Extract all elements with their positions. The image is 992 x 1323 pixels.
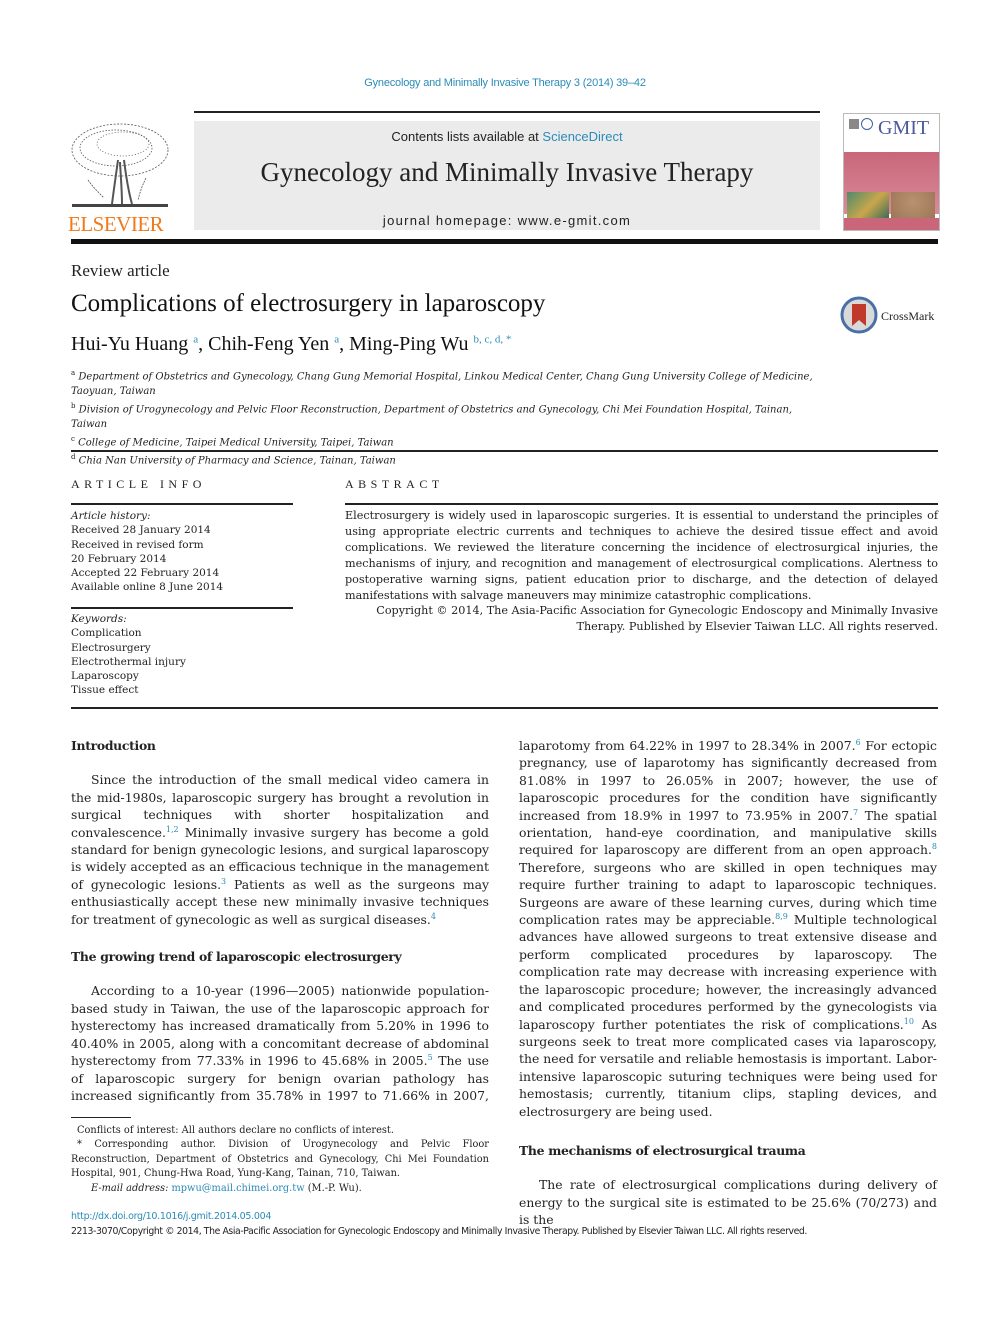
section-heading-growing-trend: The growing trend of laparoscopic electr… <box>71 949 402 965</box>
section-heading-introduction: Introduction <box>71 738 156 753</box>
footnotes: Conflicts of interest: All authors decla… <box>71 1124 489 1196</box>
sciencedirect-link[interactable]: ScienceDirect <box>542 129 622 144</box>
contents-prefix: Contents lists available at <box>391 129 543 144</box>
journal-cover-thumbnail[interactable]: GMIT <box>843 113 940 231</box>
body-column-left: Introduction Since the introduction of t… <box>71 737 489 1104</box>
paragraph: The rate of electrosurgical complication… <box>519 1177 937 1228</box>
cover-seal-icon <box>861 118 873 130</box>
citation-link[interactable]: 8 <box>932 842 937 851</box>
footnote-rule <box>71 1117 131 1118</box>
section-heading-mechanisms: The mechanisms of electrosurgical trauma <box>519 1142 806 1158</box>
corresponding-author-note: * Corresponding author. Division of Urog… <box>71 1139 489 1180</box>
journal-banner: Contents lists available at ScienceDirec… <box>194 121 820 230</box>
doi-link[interactable]: http://dx.doi.org/10.1016/j.gmit.2014.05… <box>71 1211 271 1222</box>
affiliation-key: d <box>71 453 76 462</box>
affiliation-text: Chia Nan University of Pharmacy and Scie… <box>78 455 396 467</box>
email-note: E-mail address: mpwu@mail.chimei.org.tw … <box>71 1182 489 1196</box>
abstract-body: Electrosurgery is widely used in laparos… <box>345 508 938 635</box>
author-list: Hui-Yu Huang a, Chih-Feng Yen a, Ming-Pi… <box>71 333 512 355</box>
citation-link[interactable]: 8,9 <box>775 912 788 921</box>
email-link[interactable]: mpwu@mail.chimei.org.tw <box>172 1183 305 1194</box>
article-title: Complications of electrosurgery in lapar… <box>71 290 546 317</box>
author-affiliation-ref[interactable]: a <box>193 333 198 345</box>
conflicts-note: Conflicts of interest: All authors decla… <box>77 1125 394 1136</box>
abstract-copyright: Copyright © 2014, The Asia-Pacific Assoc… <box>376 604 938 634</box>
issn-copyright: 2213-3070/Copyright © 2014, The Asia-Pac… <box>71 1226 807 1237</box>
author-name[interactable]: Hui-Yu Huang <box>71 333 188 355</box>
history-item: 20 February 2014 <box>71 552 167 565</box>
cover-emblem-icon <box>849 119 859 129</box>
author-affiliation-ref[interactable]: b, c, d, * <box>474 333 512 345</box>
affiliation-key: b <box>71 401 76 410</box>
journal-homepage-link[interactable]: journal homepage: www.e-gmit.com <box>194 213 820 228</box>
article-info-rule <box>71 503 293 505</box>
history-label: Article history: <box>71 510 151 522</box>
keywords-rule <box>71 607 293 609</box>
affiliation-item: d Chia Nan University of Pharmacy and Sc… <box>71 450 831 469</box>
abstract-text: Electrosurgery is widely used in laparos… <box>345 509 938 602</box>
info-top-rule <box>71 450 938 452</box>
citation-link[interactable]: 10 <box>904 1016 914 1025</box>
affiliation-text: College of Medicine, Taipei Medical Univ… <box>78 437 394 449</box>
paragraph: According to a 10-year (1996—2005) natio… <box>71 982 489 1104</box>
header-top-rule <box>194 111 820 113</box>
citation-link[interactable]: 4 <box>431 912 436 921</box>
affiliation-list: a Department of Obstetrics and Gynecolog… <box>71 366 831 469</box>
keyword-item: Electrothermal injury <box>71 655 186 668</box>
paragraph-text: Multiple technological advances have all… <box>519 912 937 1032</box>
article-type: Review article <box>71 261 170 280</box>
crossmark-label: CrossMark <box>881 309 935 323</box>
keyword-item: Complication <box>71 627 142 640</box>
history-item: Accepted 22 February 2014 <box>71 567 220 580</box>
paragraph: laparotomy from 64.22% in 1997 to 28.34%… <box>519 737 937 1120</box>
history-item: Received 28 January 2014 <box>71 524 211 537</box>
abstract-heading: ABSTRACT <box>345 477 444 491</box>
cover-photo-surgery <box>847 192 889 218</box>
citation-link[interactable]: 1,2 <box>166 825 179 834</box>
info-bottom-rule <box>71 707 938 709</box>
email-label: E-mail address: <box>91 1182 172 1194</box>
keyword-item: Electrosurgery <box>71 641 151 654</box>
paragraph-text: According to a 10-year (1996—2005) natio… <box>71 983 489 1069</box>
history-item: Received in revised form <box>71 538 204 551</box>
abstract-rule <box>345 503 938 505</box>
affiliation-key: c <box>71 434 75 443</box>
paragraph: Since the introduction of the small medi… <box>71 771 489 928</box>
citation-link[interactable]: 5 <box>428 1053 433 1062</box>
crossmark-badge[interactable]: CrossMark <box>840 296 940 336</box>
keywords-label: Keywords: <box>71 613 127 625</box>
affiliation-text: Department of Obstetrics and Gynecology,… <box>71 371 813 397</box>
cover-title: GMIT <box>878 117 930 139</box>
author-name[interactable]: Ming-Ping Wu <box>349 333 468 355</box>
affiliation-key: a <box>71 369 76 377</box>
header-bottom-rule <box>71 239 938 244</box>
journal-title: Gynecology and Minimally Invasive Therap… <box>260 157 754 187</box>
author-name[interactable]: Chih-Feng Yen <box>208 333 329 355</box>
affiliation-item: b Division of Urogynecology and Pelvic F… <box>71 399 831 432</box>
journal-citation-link[interactable]: Gynecology and Minimally Invasive Therap… <box>0 77 992 89</box>
author-affiliation-ref[interactable]: a <box>334 333 339 345</box>
affiliation-item: c College of Medicine, Taipei Medical Un… <box>71 432 831 451</box>
affiliation-text: Division of Urogynecology and Pelvic Flo… <box>71 404 793 430</box>
keyword-item: Laparoscopy <box>71 670 139 683</box>
contents-available: Contents lists available at ScienceDirec… <box>194 129 820 144</box>
paragraph-text: laparotomy from 64.22% in 1997 to 28.34%… <box>519 738 856 753</box>
keywords-list: Keywords: Complication Electrosurgery El… <box>71 612 293 698</box>
elsevier-wordmark[interactable]: ELSEVIER <box>68 212 172 237</box>
article-history: Article history: Received 28 January 201… <box>71 509 293 595</box>
article-info-heading: ARTICLE INFO <box>71 477 206 491</box>
email-suffix: (M.-P. Wu). <box>304 1182 362 1194</box>
history-item: Available online 8 June 2014 <box>71 581 224 594</box>
cover-photo-abdomen <box>891 192 935 218</box>
body-column-right: laparotomy from 64.22% in 1997 to 28.34%… <box>519 737 937 1229</box>
keyword-item: Tissue effect <box>71 684 139 697</box>
affiliation-item: a Department of Obstetrics and Gynecolog… <box>71 366 831 399</box>
crossmark-icon <box>840 296 878 334</box>
